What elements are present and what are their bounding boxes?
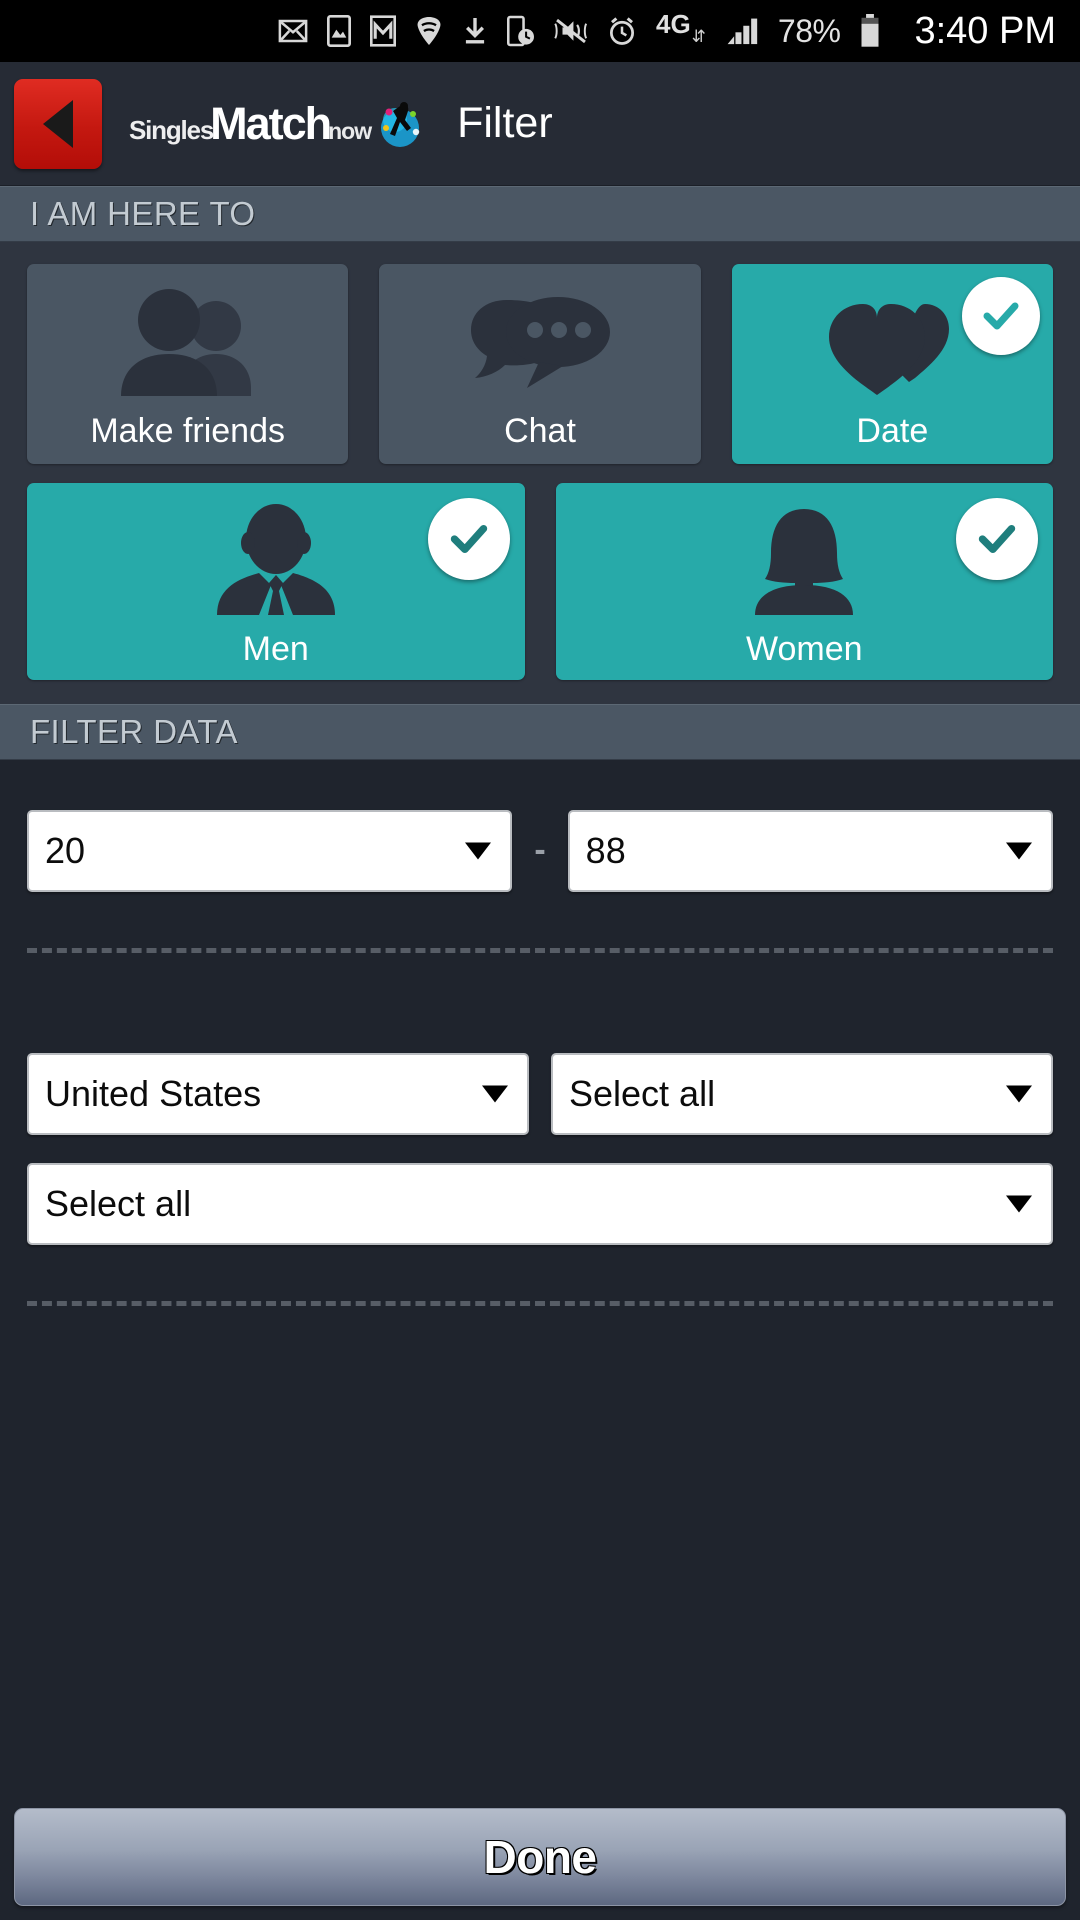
brand-singles-text: Singles [129, 114, 214, 145]
speech-bubbles-icon [379, 264, 700, 414]
download-icon [462, 15, 488, 47]
battery-icon [859, 14, 881, 48]
status-bar: 4G ⇵ 78% 3:40 PM [0, 0, 1080, 62]
region-select[interactable]: Select all [551, 1053, 1053, 1135]
city-value: Select all [45, 1186, 192, 1222]
mute-vibrate-icon [554, 15, 588, 47]
app-logo: Singles Match now [129, 94, 425, 154]
chevron-down-icon [482, 1085, 508, 1103]
city-select[interactable]: Select all [27, 1163, 1053, 1245]
age-to-select[interactable]: 88 [567, 810, 1054, 892]
back-button[interactable] [14, 78, 102, 169]
action-bar: Singles Match now Filter [0, 62, 1080, 186]
tile-make-friends-label: Make friends [90, 412, 285, 450]
data-arrows-icon: ⇵ [691, 27, 706, 46]
check-badge-date [961, 277, 1040, 355]
filter-screen: 4G ⇵ 78% 3:40 PM Singles Match now Filte… [0, 0, 1080, 1920]
check-badge-men [427, 498, 510, 580]
gmail-icon [369, 15, 396, 47]
tile-date-label: Date [856, 412, 929, 450]
section-header-here-to: I AM HERE TO [0, 186, 1080, 242]
section-header-filter-data: FILTER DATA [0, 704, 1080, 760]
phone-clock-icon [506, 15, 535, 47]
photo-icon [326, 15, 351, 47]
two-people-icon [27, 264, 348, 414]
section-header-here-to-label: I AM HERE TO [30, 195, 256, 232]
chevron-down-icon [1006, 842, 1033, 860]
alarm-icon [607, 15, 637, 47]
page-title: Filter [457, 99, 553, 147]
tile-make-friends[interactable]: Make friends [27, 264, 349, 464]
chevron-down-icon [465, 842, 492, 860]
check-badge-women [956, 498, 1038, 580]
tile-chat-label: Chat [504, 412, 576, 450]
brand-match-text: Match [210, 97, 332, 149]
brand-now-text: now [328, 117, 372, 144]
age-from-value: 20 [45, 833, 86, 869]
network-4g-icon: 4G ⇵ [655, 9, 706, 49]
wifi-icon [415, 15, 443, 47]
chevron-down-icon [1006, 1195, 1032, 1213]
here-to-tiles: Make friends Chat Date Men Women [0, 242, 1080, 704]
purpose-tile-row: Make friends Chat Date [27, 264, 1053, 464]
age-range-separator: - [534, 831, 546, 869]
city-row: Select all [27, 1163, 1053, 1245]
tile-women[interactable]: Women [555, 483, 1053, 680]
tile-date[interactable]: Date [731, 264, 1053, 464]
dancer-logo-icon [373, 98, 425, 150]
filter-data-body: 20 - 88 United States Select all Select … [0, 760, 1080, 1808]
mail-icon [278, 16, 308, 46]
country-select[interactable]: United States [27, 1053, 529, 1135]
chevron-down-icon [1006, 1085, 1032, 1103]
network-type-label: 4G [655, 9, 691, 39]
location-row: United States Select all [27, 1053, 1053, 1135]
clock-label: 3:40 PM [914, 9, 1056, 52]
tile-chat[interactable]: Chat [379, 264, 701, 464]
done-button[interactable]: Done [14, 1808, 1066, 1906]
tile-men-label: Men [242, 630, 309, 668]
section-header-filter-data-label: FILTER DATA [30, 713, 238, 750]
age-range-row: 20 - 88 [27, 810, 1054, 892]
tile-men[interactable]: Men [27, 483, 525, 680]
brand-wordmark: Singles Match now [129, 97, 372, 150]
age-to-value: 88 [585, 833, 626, 869]
country-value: United States [45, 1076, 262, 1112]
region-value: Select all [569, 1076, 716, 1112]
age-from-select[interactable]: 20 [27, 810, 513, 892]
status-bar-icons: 4G ⇵ 78% 3:40 PM [278, 10, 1056, 53]
battery-percent-label: 78% [777, 12, 841, 49]
signal-bars-icon [725, 15, 759, 47]
done-button-label: Done [483, 1831, 598, 1883]
back-triangle-icon [43, 99, 73, 148]
footer: Done [0, 1808, 1080, 1920]
tile-women-label: Women [745, 630, 863, 668]
gender-tile-row: Men Women [27, 483, 1053, 680]
